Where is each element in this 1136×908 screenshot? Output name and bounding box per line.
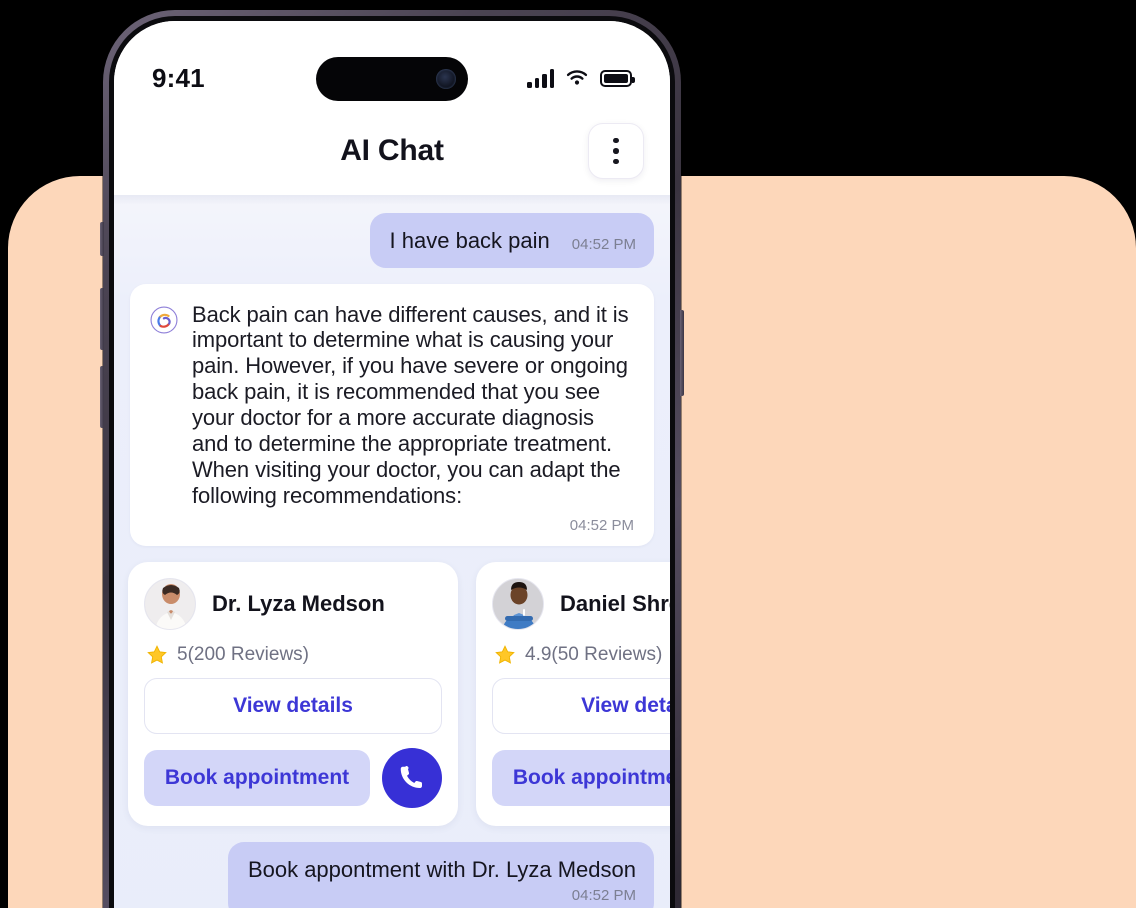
- silent-switch-button[interactable]: [100, 222, 104, 256]
- doctor-card-actions: Book appointment: [144, 748, 442, 809]
- message-text: I have back pain: [389, 228, 550, 253]
- user-message-bubble[interactable]: Book appontment with Dr. Lyza Medson 04:…: [227, 842, 654, 908]
- doctor-avatar-white-coat-icon: [144, 578, 196, 631]
- message-timestamp: 04:52 PM: [569, 517, 634, 535]
- assistant-message-body: Back pain can have different causes, and…: [150, 302, 634, 510]
- doctor-rating-text: 5(200 Reviews): [177, 644, 309, 666]
- app-header: AI Chat: [114, 107, 670, 195]
- kebab-menu-icon[interactable]: [588, 123, 644, 179]
- message-row-user-1: I have back pain 04:52 PM: [130, 213, 654, 268]
- phone-device-frame: 9:41 AI Chat I have back pain 04:52 PM B…: [100, 10, 684, 908]
- user-message-bubble[interactable]: I have back pain 04:52 PM: [369, 213, 654, 268]
- message-row-user-2: Book appontment with Dr. Lyza Medson 04:…: [130, 842, 654, 908]
- volume-up-button[interactable]: [100, 288, 104, 350]
- chat-scroll-area[interactable]: I have back pain 04:52 PM Back pain can …: [114, 195, 670, 908]
- doctor-card[interactable]: Daniel Shrem 4.9(50 Reviews) View detail…: [476, 562, 670, 827]
- doctor-card-header: Daniel Shrem: [492, 578, 670, 631]
- doctor-card-actions: Book appointment: [492, 748, 670, 808]
- star-icon: [147, 645, 167, 664]
- doctor-card-header: Dr. Lyza Medson: [144, 578, 442, 631]
- doctor-avatar-blue-scrubs-icon: [492, 578, 544, 631]
- doctor-name: Dr. Lyza Medson: [212, 591, 385, 617]
- star-icon: [495, 645, 515, 664]
- scene: 9:41 AI Chat I have back pain 04:52 PM B…: [0, 0, 1136, 908]
- phone-screen: 9:41 AI Chat I have back pain 04:52 PM B…: [114, 21, 670, 908]
- doctor-rating: 5(200 Reviews): [146, 644, 442, 666]
- power-button[interactable]: [680, 310, 684, 396]
- doctor-rating: 4.9(50 Reviews): [494, 644, 670, 666]
- assistant-message-bubble[interactable]: Back pain can have different causes, and…: [130, 283, 654, 547]
- view-details-button[interactable]: View details: [492, 678, 670, 735]
- message-text: Back pain can have different causes, and…: [192, 301, 629, 509]
- phone-call-button[interactable]: [382, 748, 442, 809]
- status-bar-indicators: [527, 68, 635, 88]
- book-appointment-button[interactable]: Book appointment: [144, 750, 370, 807]
- front-camera-icon: [436, 69, 456, 89]
- message-timestamp: 04:52 PM: [571, 886, 636, 904]
- volume-down-button[interactable]: [100, 366, 104, 428]
- phone-bezel: 9:41 AI Chat I have back pain 04:52 PM B…: [109, 16, 675, 908]
- message-row-assistant-1: Back pain can have different causes, and…: [130, 283, 654, 547]
- book-appointment-button[interactable]: Book appointment: [492, 750, 670, 807]
- cellular-signal-icon: [527, 68, 554, 88]
- phone-call-icon: [400, 766, 423, 789]
- battery-full-icon: [600, 69, 635, 87]
- view-details-button[interactable]: View details: [144, 678, 442, 735]
- doctor-name: Daniel Shrem: [560, 591, 670, 617]
- doctor-rating-text: 4.9(50 Reviews): [525, 644, 663, 666]
- status-bar-time: 9:41: [152, 62, 205, 93]
- doctor-card-carousel[interactable]: Dr. Lyza Medson 5(200 Reviews) View deta…: [128, 562, 670, 827]
- doctor-card[interactable]: Dr. Lyza Medson 5(200 Reviews) View deta…: [128, 562, 458, 827]
- ai-swirl-logo-icon: [150, 305, 178, 334]
- message-text: Book appontment with Dr. Lyza Medson: [247, 857, 636, 883]
- header-divider: [114, 195, 670, 205]
- dynamic-island: [316, 57, 468, 101]
- wifi-icon: [566, 70, 588, 85]
- message-timestamp: 04:52 PM: [571, 235, 636, 253]
- page-title: AI Chat: [340, 134, 444, 167]
